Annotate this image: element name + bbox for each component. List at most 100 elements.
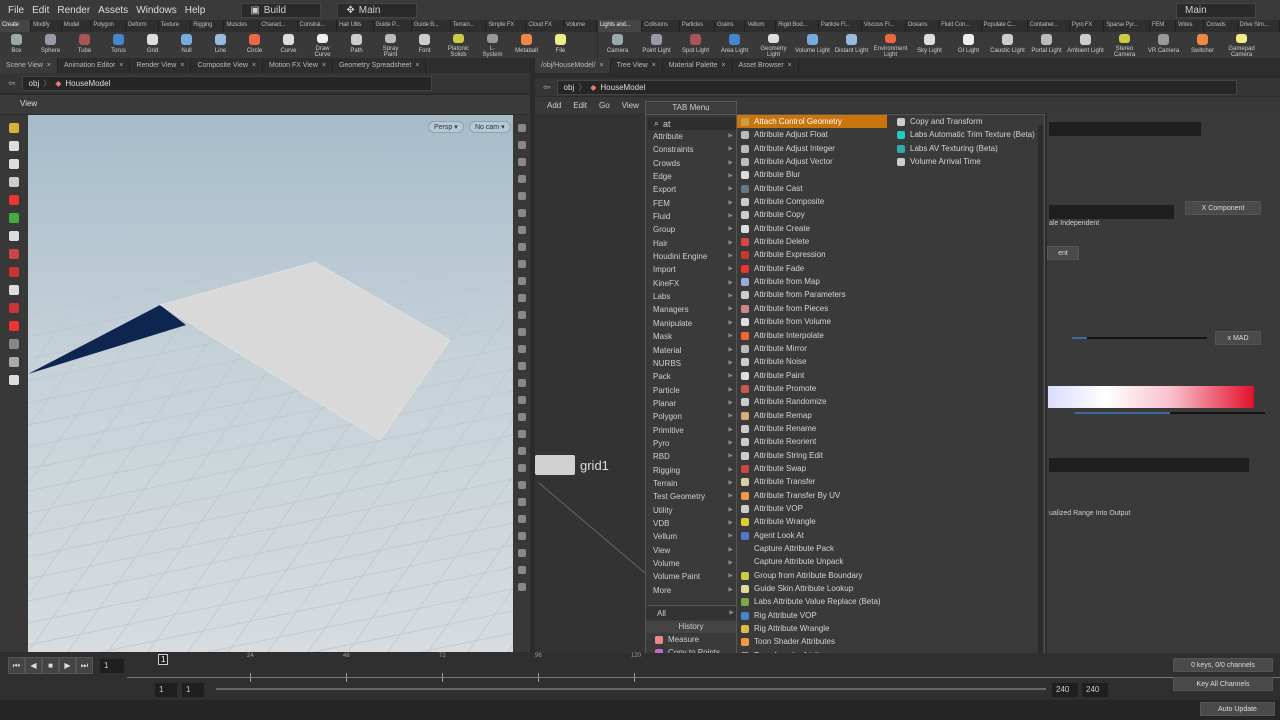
category-item[interactable]: Crowds ▶ <box>645 157 735 170</box>
pane-tab[interactable]: Composite View × <box>191 58 263 73</box>
shelf-tool-vr-camera[interactable]: VR Camera <box>1144 32 1183 58</box>
category-item[interactable]: Vellum ▶ <box>645 530 735 543</box>
keys-status[interactable]: 0 keys, 0/0 channels <box>1173 658 1273 672</box>
result-item[interactable]: Labs Automatic Trim Texture (Beta) <box>893 128 1043 141</box>
result-item[interactable]: Capture Attribute Pack <box>737 542 892 555</box>
network-menu-add[interactable]: Add <box>547 101 561 110</box>
category-item[interactable]: Manipulate ▶ <box>645 317 735 330</box>
parm-field[interactable] <box>1049 122 1201 136</box>
display-option-icon[interactable] <box>517 277 526 285</box>
shelf-tool-l-system[interactable]: L-System <box>482 32 503 58</box>
shelf-tool-gi-light[interactable]: GI Light <box>949 32 988 58</box>
display-option-icon[interactable] <box>517 532 526 540</box>
viewport-tool-icon[interactable] <box>9 357 19 367</box>
result-item[interactable]: Attach Control Geometry <box>737 115 887 129</box>
shelf-tab[interactable]: FEM <box>1150 20 1177 32</box>
shelf-tab[interactable]: Pyro FX <box>1070 20 1105 32</box>
viewport-tool-icon[interactable] <box>9 141 19 151</box>
attribute-field[interactable] <box>1049 205 1174 219</box>
category-item[interactable]: Particle ▶ <box>645 384 735 397</box>
close-icon[interactable]: × <box>599 62 603 69</box>
category-item[interactable]: RBD ▶ <box>645 450 735 463</box>
play-reverse-button[interactable]: ◀ <box>25 657 42 674</box>
result-item[interactable]: Toon Shader Attributes <box>737 635 892 648</box>
shelf-tool-sphere[interactable]: Sphere <box>40 32 61 58</box>
shelf-tab[interactable]: Cloud FX <box>526 20 565 32</box>
result-item[interactable]: Attribute Adjust Integer <box>737 142 892 155</box>
display-option-icon[interactable] <box>517 260 526 268</box>
result-item[interactable]: Attribute from Pieces <box>737 302 892 315</box>
shelf-tab[interactable]: Terrain... <box>451 20 487 32</box>
category-item[interactable]: Mask ▶ <box>645 330 735 343</box>
category-item[interactable]: KineFX ▶ <box>645 277 735 290</box>
component-menu[interactable]: X Component <box>1185 201 1261 215</box>
result-item[interactable]: Attribute Composite <box>737 195 892 208</box>
shelf-tab[interactable]: Create <box>0 20 32 32</box>
range-start2-field[interactable]: 1 <box>182 683 204 697</box>
category-item[interactable]: Rigging ▶ <box>645 464 735 477</box>
result-item[interactable]: Attribute from Volume <box>737 315 892 328</box>
display-option-icon[interactable] <box>517 226 526 234</box>
range-slider[interactable] <box>216 688 1046 690</box>
close-icon[interactable]: × <box>119 62 123 69</box>
pane-tab[interactable]: Asset Browser × <box>733 58 799 73</box>
result-item[interactable]: Attribute Rename <box>737 422 892 435</box>
category-item[interactable]: Hair ▶ <box>645 237 735 250</box>
pane-tab[interactable]: Tree View × <box>611 58 663 73</box>
viewport-tool-icon[interactable] <box>9 159 19 169</box>
category-item[interactable]: NURBS ▶ <box>645 357 735 370</box>
display-option-icon[interactable] <box>517 158 526 166</box>
result-item[interactable]: Attribute from Map <box>737 275 892 288</box>
shelf-tab[interactable]: Drive Sim... <box>1238 20 1280 32</box>
shelf-tool-file[interactable]: File <box>550 32 571 58</box>
display-option-icon[interactable] <box>517 175 526 183</box>
network-menu-view[interactable]: View <box>622 101 639 110</box>
path-field[interactable]: obj 〉 ◆ HouseModel <box>21 75 432 91</box>
ramp-slider[interactable] <box>1075 412 1265 414</box>
display-option-icon[interactable] <box>517 209 526 217</box>
result-item[interactable]: Attribute Wrangle <box>737 515 892 528</box>
result-item[interactable]: Attribute Promote <box>737 382 892 395</box>
shelf-tab[interactable]: Deform <box>126 20 159 32</box>
category-item[interactable]: View ▶ <box>645 544 735 557</box>
color-ramp[interactable] <box>1048 386 1254 408</box>
viewport-tool-icon[interactable] <box>9 123 19 133</box>
grid-node[interactable] <box>535 455 575 475</box>
shelf-tool-ambient-light[interactable]: Ambient Light <box>1066 32 1105 58</box>
runtime-selector[interactable]: ✥ Main <box>337 2 418 18</box>
category-item[interactable]: Polygon ▶ <box>645 410 735 423</box>
display-option-icon[interactable] <box>517 481 526 489</box>
frame-field[interactable]: 1 <box>100 659 124 673</box>
shelf-tab[interactable]: Particle Fl... <box>819 20 862 32</box>
viewport-tool-icon[interactable] <box>9 177 19 187</box>
category-item[interactable]: Managers ▶ <box>645 303 735 316</box>
desktop-selector[interactable]: ▣ Build <box>241 2 322 18</box>
viewport-tool-icon[interactable] <box>9 213 19 223</box>
result-item[interactable]: Attribute Randomize <box>737 395 892 408</box>
result-item[interactable]: Attribute Transfer <box>737 475 892 488</box>
category-item[interactable]: Pack ▶ <box>645 370 735 383</box>
close-icon[interactable]: × <box>721 62 725 69</box>
display-option-icon[interactable] <box>517 362 526 370</box>
shelf-tab[interactable]: Sparse Pyr... <box>1104 20 1150 32</box>
display-option-icon[interactable] <box>517 311 526 319</box>
path-housemodel[interactable]: HouseModel <box>65 79 110 88</box>
category-item[interactable]: FEM ▶ <box>645 197 735 210</box>
key-mode-menu[interactable]: Key All Channels <box>1173 677 1273 691</box>
range-start-field[interactable]: 1 <box>155 683 177 697</box>
shelf-tab[interactable]: Oceans <box>906 20 940 32</box>
result-item[interactable]: Attribute Delete <box>737 235 892 248</box>
result-item[interactable]: Attribute Create <box>737 222 892 235</box>
result-item[interactable]: Attribute Mirror <box>737 342 892 355</box>
back-icon[interactable]: ⇦ <box>543 82 551 93</box>
display-option-icon[interactable] <box>517 583 526 591</box>
shelf-tab[interactable]: Particles <box>680 20 715 32</box>
menu-windows[interactable]: Windows <box>136 5 177 16</box>
viewport-tool-icon[interactable] <box>9 267 19 277</box>
result-item[interactable]: Capture Attribute Unpack <box>737 555 892 568</box>
display-option-icon[interactable] <box>517 379 526 387</box>
pane-tab[interactable]: Material Palette × <box>663 58 733 73</box>
menu-assets[interactable]: Assets <box>98 5 128 16</box>
display-option-icon[interactable] <box>517 396 526 404</box>
result-item[interactable]: Attribute Cast <box>737 182 892 195</box>
